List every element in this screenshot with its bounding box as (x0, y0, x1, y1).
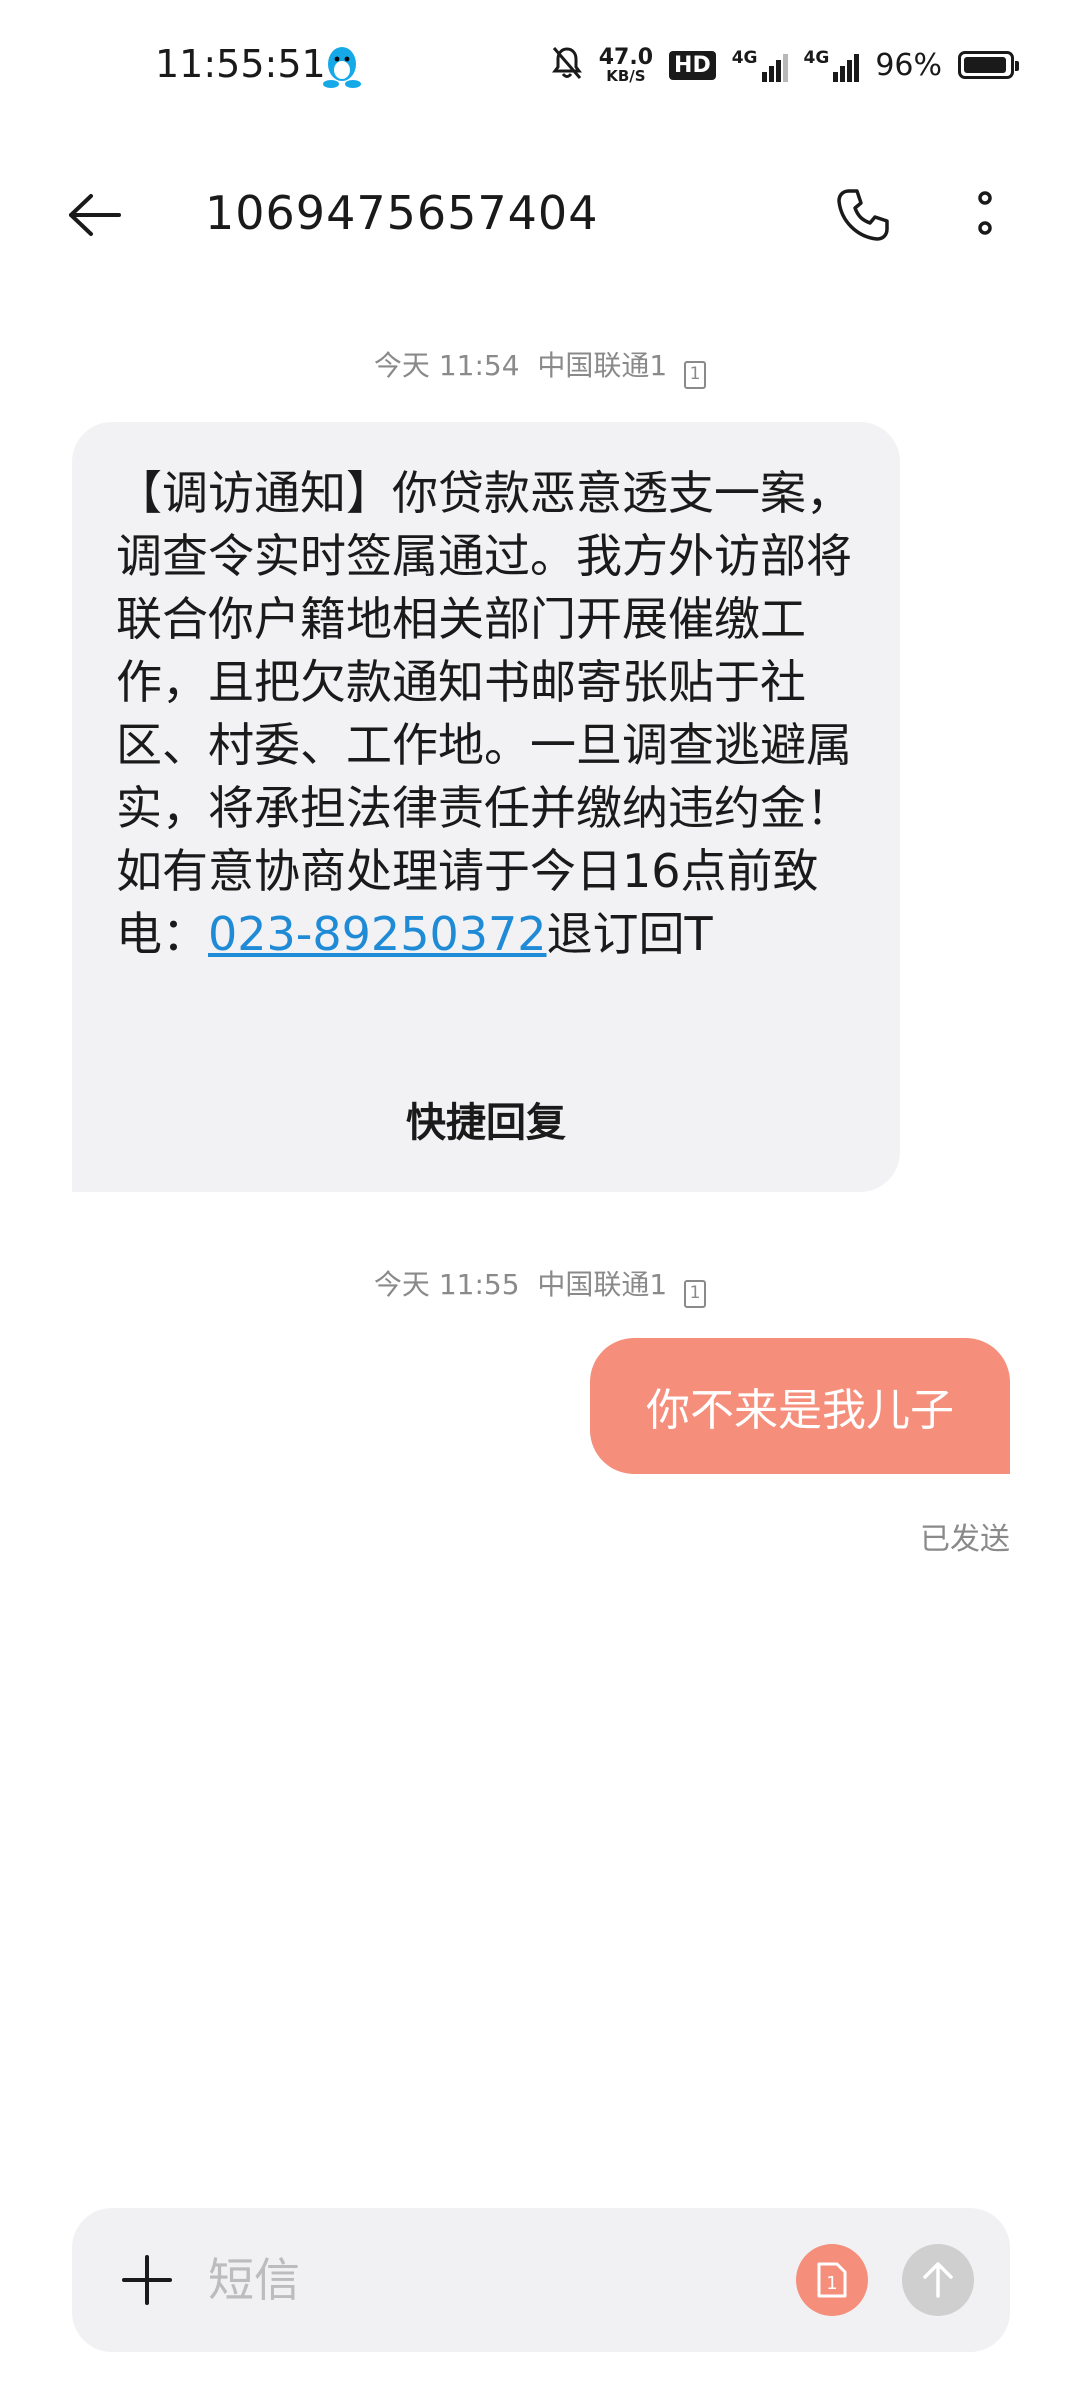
sms-conversation-screen: 11:55:51 47.0 KB/S HD 4G 4G 96% 10694756… (0, 0, 1080, 2400)
conversation-header: 1069475657404 (0, 150, 1080, 280)
outgoing-message-text: 你不来是我儿子 (646, 1385, 954, 1436)
sim-card-icon: 1 (817, 2262, 847, 2298)
phone-icon (837, 189, 889, 241)
status-time: 11:55:51 (155, 42, 326, 86)
status-right-group: 47.0 KB/S HD 4G 4G 96% (551, 40, 1019, 90)
back-button[interactable] (60, 180, 130, 250)
back-arrow-icon (69, 194, 121, 236)
battery-fill (964, 57, 1007, 73)
sim-badge-number: 1 (826, 2273, 837, 2294)
plus-icon (122, 2255, 172, 2305)
contact-number-title: 1069475657404 (205, 186, 599, 240)
sms-text-input[interactable] (208, 2242, 808, 2318)
network-speed: 47.0 KB/S (598, 44, 654, 85)
sim-card-icon: 1 (684, 361, 707, 389)
sent-status-label: 已发送 (920, 1522, 1010, 1557)
network-type-2: 4G (803, 48, 830, 68)
message-timestamp-1: 今天 11:54 中国联通1 1 (0, 344, 1080, 389)
send-button[interactable] (902, 2244, 974, 2316)
quick-reply-button[interactable]: 快捷回复 (72, 1090, 900, 1148)
message-carrier: 中国联通1 (537, 349, 668, 382)
call-button[interactable] (828, 180, 898, 250)
sim-card-icon: 1 (684, 1280, 707, 1308)
message-body-text: 【调访通知】你贷款恶意透支一案，调查令实时签属通过。我方外访部将联合你户籍地相关… (116, 466, 852, 961)
phone-number-link[interactable]: 023-89250372 (208, 907, 547, 961)
more-vertical-icon (978, 191, 992, 235)
unsubscribe-text: 退订回T (546, 907, 713, 961)
outgoing-message-bubble[interactable]: 你不来是我儿子 (590, 1338, 1010, 1474)
message-timestamp-2: 今天 11:55 中国联通1 1 (0, 1263, 1080, 1308)
message-time: 今天 11:54 (373, 349, 520, 382)
incoming-message-text: 【调访通知】你贷款恶意透支一案，调查令实时签属通过。我方外访部将联合你户籍地相关… (116, 462, 856, 966)
message-composer: 1 (72, 2208, 1010, 2352)
more-options-button[interactable] (950, 180, 1020, 250)
send-arrow-icon (923, 2262, 953, 2298)
signal-icon-sim1: 4G (732, 48, 788, 82)
incoming-message-bubble[interactable]: 【调访通知】你贷款恶意透支一案，调查令实时签属通过。我方外访部将联合你户籍地相关… (72, 422, 900, 1192)
message-time: 今天 11:55 (373, 1268, 520, 1301)
hd-badge: HD (669, 50, 716, 80)
battery-percent: 96% (875, 47, 942, 83)
battery-icon (958, 51, 1019, 79)
network-speed-unit: KB/S (606, 66, 646, 85)
network-speed-value: 47.0 (598, 44, 654, 70)
network-type-1: 4G (731, 48, 758, 68)
status-bar: 11:55:51 47.0 KB/S HD 4G 4G 96% (0, 0, 1080, 130)
add-attachment-button[interactable] (112, 2245, 182, 2315)
mute-bell-icon (551, 45, 583, 85)
message-carrier: 中国联通1 (537, 1268, 668, 1301)
qq-penguin-icon (320, 44, 364, 90)
sim-select-button[interactable]: 1 (796, 2244, 868, 2316)
signal-icon-sim2: 4G (804, 48, 860, 82)
